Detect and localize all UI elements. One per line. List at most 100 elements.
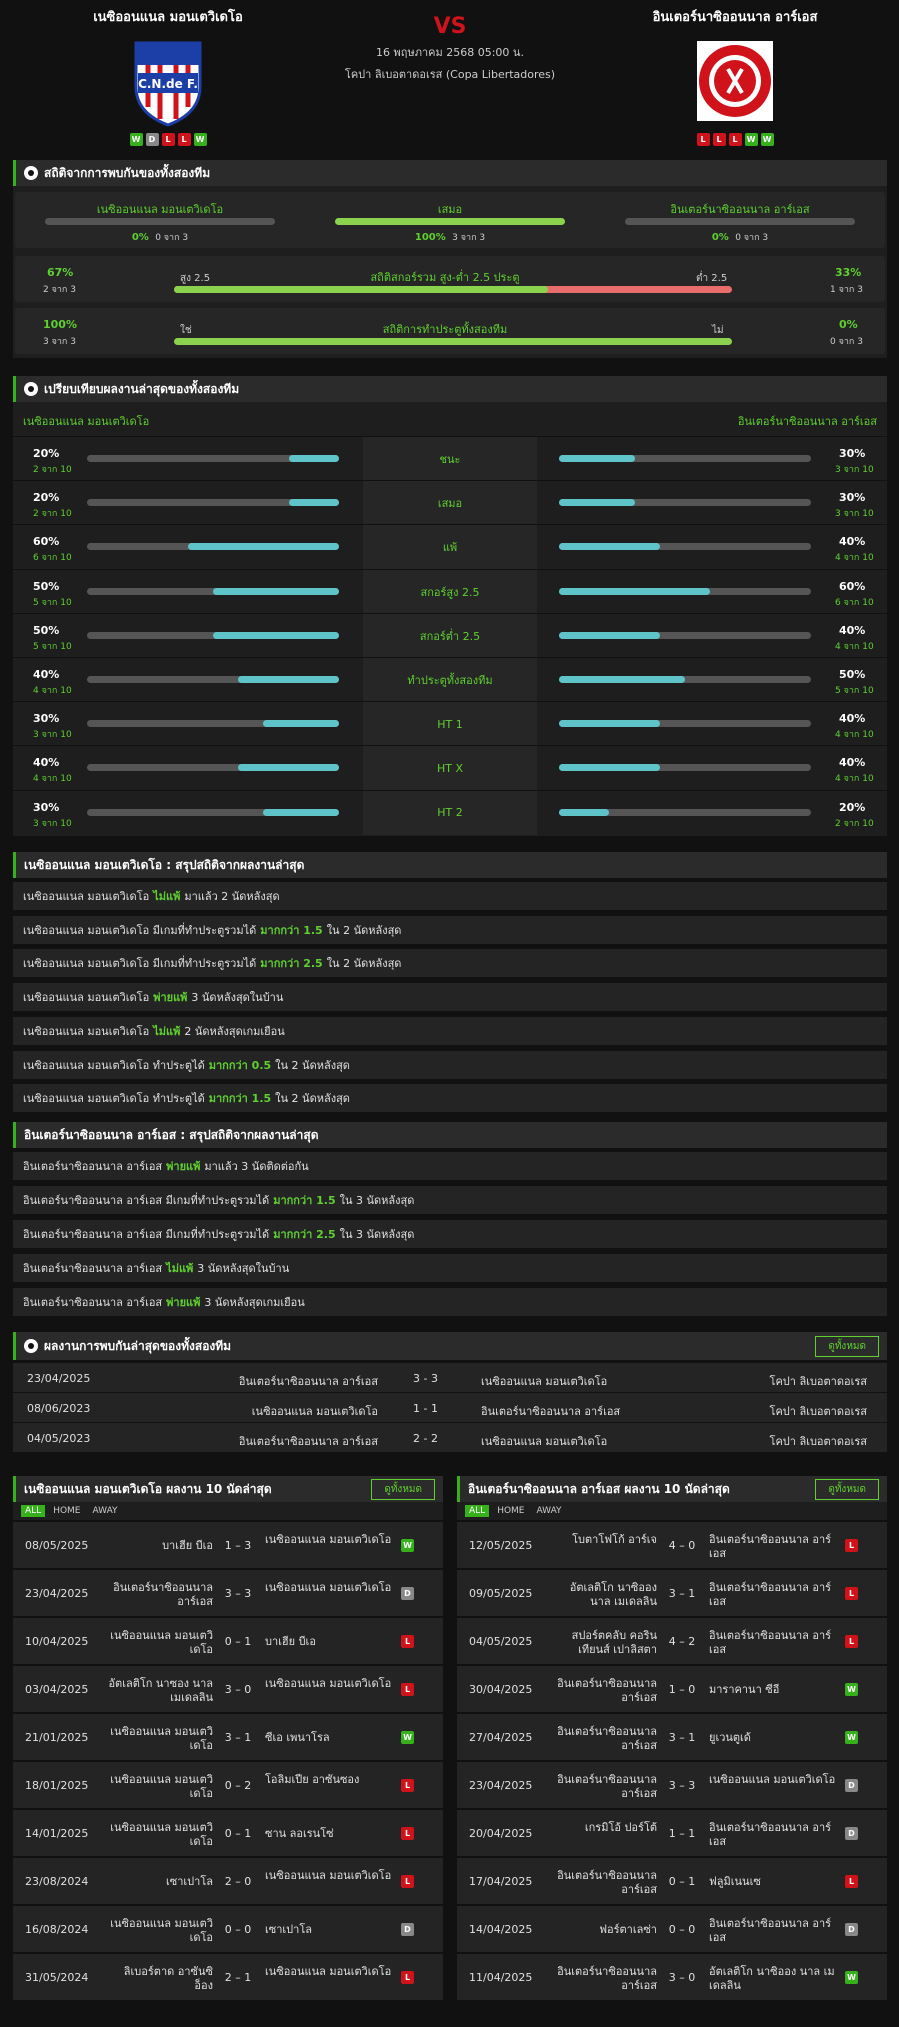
result-row[interactable]: 12/05/2025 โบตาโฟโก้ อาร์เจ 4 – 0 อินเตอร์น… xyxy=(457,1520,887,1568)
result-away-team[interactable]: อินเตอร์นาซิออนนาล อาร์เอส xyxy=(709,1821,839,1849)
result-away-team[interactable]: อินเตอร์นาซิออนนาล อาร์เอส xyxy=(709,1581,839,1609)
result-row[interactable]: 23/04/2025 อินเตอร์นาซิออนนาล อาร์เอส 3 – … xyxy=(457,1760,887,1808)
result-row[interactable]: 04/05/2025 สปอร์ตคลับ คอรินเทียนส์ เปาลิส… xyxy=(457,1616,887,1664)
away-last10-see-all-button[interactable]: ดูทั้งหมด xyxy=(815,1479,879,1500)
result-home-team[interactable]: โบตาโฟโก้ อาร์เจ xyxy=(547,1533,657,1547)
result-row[interactable]: 11/04/2025 อินเตอร์นาซิออนนาล อาร์เอส 3 – … xyxy=(457,1952,887,2000)
home-tab-all[interactable]: ALL xyxy=(21,1505,46,1517)
result-row[interactable]: 17/04/2025 อินเตอร์นาซิออนนาล อาร์เอส 0 – … xyxy=(457,1856,887,1904)
h2h-home[interactable]: อินเตอร์นาซิออนนาล อาร์เอส xyxy=(153,1372,378,1390)
result-home-team[interactable]: เนซิออนแนล มอนเตวิเดโอ xyxy=(103,1629,213,1657)
result-home-team[interactable]: อินเตอร์นาซิออนนาล อาร์เอส xyxy=(547,1677,657,1705)
result-row[interactable]: 08/05/2025 บาเฮีย บีเอ 1 – 3 เนซิออนแนล มอน… xyxy=(13,1520,443,1568)
h2h-home[interactable]: เนซิออนแนล มอนเตวิเดโอ xyxy=(153,1402,378,1420)
result-row[interactable]: 10/04/2025 เนซิออนแนล มอนเตวิเดโอ 0 – 1 บาเ… xyxy=(13,1616,443,1664)
result-home-team[interactable]: เนซิออนแนล มอนเตวิเดโอ xyxy=(103,1917,213,1945)
home-team-name[interactable]: เนซิออนแนล มอนเตวิเดโอ xyxy=(38,6,298,27)
compare-home-name[interactable]: เนซิออนแนล มอนเตวิเดโอ xyxy=(23,412,149,430)
result-away-team[interactable]: ยูเวนตูเด้ xyxy=(709,1731,839,1745)
result-away-team[interactable]: ฟลูมิเนนเซ xyxy=(709,1875,839,1889)
ball-icon xyxy=(24,1339,38,1353)
result-row[interactable]: 14/01/2025 เนซิออนแนล มอนเตวิเดโอ 0 – 1 ซาน… xyxy=(13,1808,443,1856)
result-row[interactable]: 20/04/2025 เกรมิโอ้ ปอร์โต้ 1 – 1 อินเตอร์น… xyxy=(457,1808,887,1856)
home-sub: 6 จาก 10 xyxy=(33,553,72,564)
result-home-team[interactable]: เกรมิโอ้ ปอร์โต้ xyxy=(547,1821,657,1835)
result-away-team[interactable]: เนซิออนแนล มอนเตวิเดโอ xyxy=(265,1677,395,1691)
result-row[interactable]: 16/08/2024 เนซิออนแนล มอนเตวิเดโอ 0 – 0 เซา… xyxy=(13,1904,443,1952)
h2h-away[interactable]: เนซิออนแนล มอนเตวิเดโอ xyxy=(481,1372,607,1390)
h2h-away[interactable]: เนซิออนแนล มอนเตวิเดโอ xyxy=(481,1432,607,1450)
result-row[interactable]: 09/05/2025 อัตเลติโก นาซิออง นาล เมเดลลิน… xyxy=(457,1568,887,1616)
result-home-team[interactable]: อินเตอร์นาซิออนนาล อาร์เอส xyxy=(547,1869,657,1897)
away-tab-away[interactable]: AWAY xyxy=(533,1505,566,1517)
result-row[interactable]: 14/04/2025 ฟอร์ตาเลซ่า 0 – 0 อินเตอร์นาซิออ… xyxy=(457,1904,887,1952)
result-away-team[interactable]: ซาน ลอเรนโซ่ xyxy=(265,1827,395,1841)
result-away-team[interactable]: อินเตอร์นาซิออนนาล อาร์เอส xyxy=(709,1533,839,1561)
result-home-team[interactable]: อินเตอร์นาซิออนนาล อาร์เอส xyxy=(547,1965,657,1993)
result-away-team[interactable]: ซีเอ เพนาโรล xyxy=(265,1731,395,1745)
home-team-block[interactable]: เนซิออนแนล มอนเตวิเดโอ C.N.de F. WDLLW xyxy=(38,6,298,146)
away-tab-all[interactable]: ALL xyxy=(465,1505,490,1517)
result-away-team[interactable]: เซาเปาโล xyxy=(265,1923,395,1937)
result-home-team[interactable]: อัตเลติโก นาซอง นาล เมเดลลิน xyxy=(103,1677,213,1705)
summary-suffix: 3 นัดหลังสุดในบ้าน xyxy=(197,1262,290,1275)
compare-away-name[interactable]: อินเตอร์นาซิออนนาล อาร์เอส xyxy=(738,412,877,430)
home-bar xyxy=(87,720,339,728)
result-home-team[interactable]: ฟอร์ตาเลซ่า xyxy=(547,1923,657,1937)
h2h-see-all-button[interactable]: ดูทั้งหมด xyxy=(815,1336,879,1357)
result-away-team[interactable]: เนซิออนแนล มอนเตวิเดโอ xyxy=(709,1773,839,1787)
result-away-team[interactable]: มาราคานา ซีอี xyxy=(709,1683,839,1697)
result-home-team[interactable]: สปอร์ตคลับ คอรินเทียนส์ เปาลิสตา xyxy=(547,1629,657,1657)
result-away-team[interactable]: อินเตอร์นาซิออนนาล อาร์เอส xyxy=(709,1917,839,1945)
result-home-team[interactable]: ลิเบอร์ตาด อาซันซิ อ็อง xyxy=(103,1965,213,1993)
result-away-team[interactable]: เนซิออนแนล มอนเตวิเดโอ xyxy=(265,1869,395,1883)
result-score: 3 – 0 xyxy=(668,1971,696,1984)
result-home-team[interactable]: อินเตอร์นาซิออนนาล อาร์เอส xyxy=(103,1581,213,1609)
away-team-name[interactable]: อินเตอร์นาซิออนนาล อาร์เอส xyxy=(605,6,865,27)
result-row[interactable]: 23/08/2024 เซาเปาโล 2 – 0 เนซิออนแนล มอนเตว… xyxy=(13,1856,443,1904)
result-home-team[interactable]: เนซิออนแนล มอนเตวิเดโอ xyxy=(103,1821,213,1849)
result-away-team[interactable]: อินเตอร์นาซิออนนาล อาร์เอส xyxy=(709,1629,839,1657)
away-team-block[interactable]: อินเตอร์นาซิออนนาล อาร์เอส LLLWW xyxy=(605,6,865,146)
result-row[interactable]: 30/04/2025 อินเตอร์นาซิออนนาล อาร์เอส 1 – … xyxy=(457,1664,887,1712)
result-away-team[interactable]: บาเฮีย บีเอ xyxy=(265,1635,395,1649)
h2h-result-row[interactable]: 08/06/2023 เนซิออนแนล มอนเตวิเดโอ 1 - 1 อิน… xyxy=(13,1392,887,1422)
home-summary-title: เนซิออนแนล มอนเตวิเดโอ : สรุปสถิติจากผลง… xyxy=(24,857,305,872)
h2h-home[interactable]: อินเตอร์นาซิออนนาล อาร์เอส xyxy=(153,1432,378,1450)
h2h-result-row[interactable]: 04/05/2023 อินเตอร์นาซิออนนาล อาร์เอส 2 - … xyxy=(13,1422,887,1452)
result-away-team[interactable]: เนซิออนแนล มอนเตวิเดโอ xyxy=(265,1533,395,1547)
h2h-away[interactable]: อินเตอร์นาซิออนนาล อาร์เอส xyxy=(481,1402,620,1420)
result-row[interactable]: 23/04/2025 อินเตอร์นาซิออนนาล อาร์เอส 3 – … xyxy=(13,1568,443,1616)
result-home-team[interactable]: เนซิออนแนล มอนเตวิเดโอ xyxy=(103,1773,213,1801)
result-home-team[interactable]: เนซิออนแนล มอนเตวิเดโอ xyxy=(103,1725,213,1753)
btts-left-label: ใช่ xyxy=(180,325,192,336)
ou-right-pct: 33% xyxy=(835,266,862,279)
compare-row: 50% 5 จาก 10 สกอร์ต่ำ 2.5 40% 4 จาก 10 xyxy=(13,612,887,658)
result-home-team[interactable]: บาเฮีย บีเอ xyxy=(103,1539,213,1553)
away-tab-home[interactable]: HOME xyxy=(493,1505,528,1517)
result-away-team[interactable]: อัตเลติโก นาซิออง นาล เมเดลลิน xyxy=(709,1965,839,1993)
result-row[interactable]: 21/01/2025 เนซิออนแนล มอนเตวิเดโอ 3 – 1 ซีเ… xyxy=(13,1712,443,1760)
home-last10-see-all-button[interactable]: ดูทั้งหมด xyxy=(371,1479,435,1500)
result-badge: D xyxy=(845,1779,858,1792)
home-tab-home[interactable]: HOME xyxy=(49,1505,84,1517)
result-row[interactable]: 31/05/2024 ลิเบอร์ตาด อาซันซิ อ็อง 2 – 1 เน… xyxy=(13,1952,443,2000)
result-home-team[interactable]: อัตเลติโก นาซิออง นาล เมเดลลิน xyxy=(547,1581,657,1609)
result-home-team[interactable]: อินเตอร์นาซิออนนาล อาร์เอส xyxy=(547,1773,657,1801)
result-home-team[interactable]: เซาเปาโล xyxy=(103,1875,213,1889)
result-home-team[interactable]: อินเตอร์นาซิออนนาล อาร์เอส xyxy=(547,1725,657,1753)
result-away-team[interactable]: เนซิออนแนล มอนเตวิเดโอ xyxy=(265,1965,395,1979)
result-row[interactable]: 18/01/2025 เนซิออนแนล มอนเตวิเดโอ 0 – 2 โอล… xyxy=(13,1760,443,1808)
result-row[interactable]: 27/04/2025 อินเตอร์นาซิออนนาล อาร์เอส 3 – … xyxy=(457,1712,887,1760)
h2h-result-row[interactable]: 23/04/2025 อินเตอร์นาซิออนนาล อาร์เอส 3 - … xyxy=(13,1362,887,1392)
match-league[interactable]: โคปา ลิเบอตาดอเรส (Copa Libertadores) xyxy=(300,65,600,83)
result-row[interactable]: 03/04/2025 อัตเลติโก นาซอง นาล เมเดลลิน 3 … xyxy=(13,1664,443,1712)
home-team-logo: C.N.de F. xyxy=(128,37,208,127)
away-summary-title: อินเตอร์นาซิออนนาล อาร์เอส : สรุปสถิติจา… xyxy=(24,1127,319,1142)
result-score: 0 – 2 xyxy=(224,1779,252,1792)
home-tab-away[interactable]: AWAY xyxy=(89,1505,122,1517)
summary-text: เนซิออนแนล มอนเตวิเดโอ ทำประตูได้ xyxy=(23,1058,205,1072)
result-away-team[interactable]: โอลิมเปีย อาซันซอง xyxy=(265,1773,395,1787)
compare-title: เปรียบเทียบผลงานล่าสุดของทั้งสองทีม xyxy=(44,381,240,396)
result-away-team[interactable]: เนซิออนแนล มอนเตวิเดโอ xyxy=(265,1581,395,1595)
